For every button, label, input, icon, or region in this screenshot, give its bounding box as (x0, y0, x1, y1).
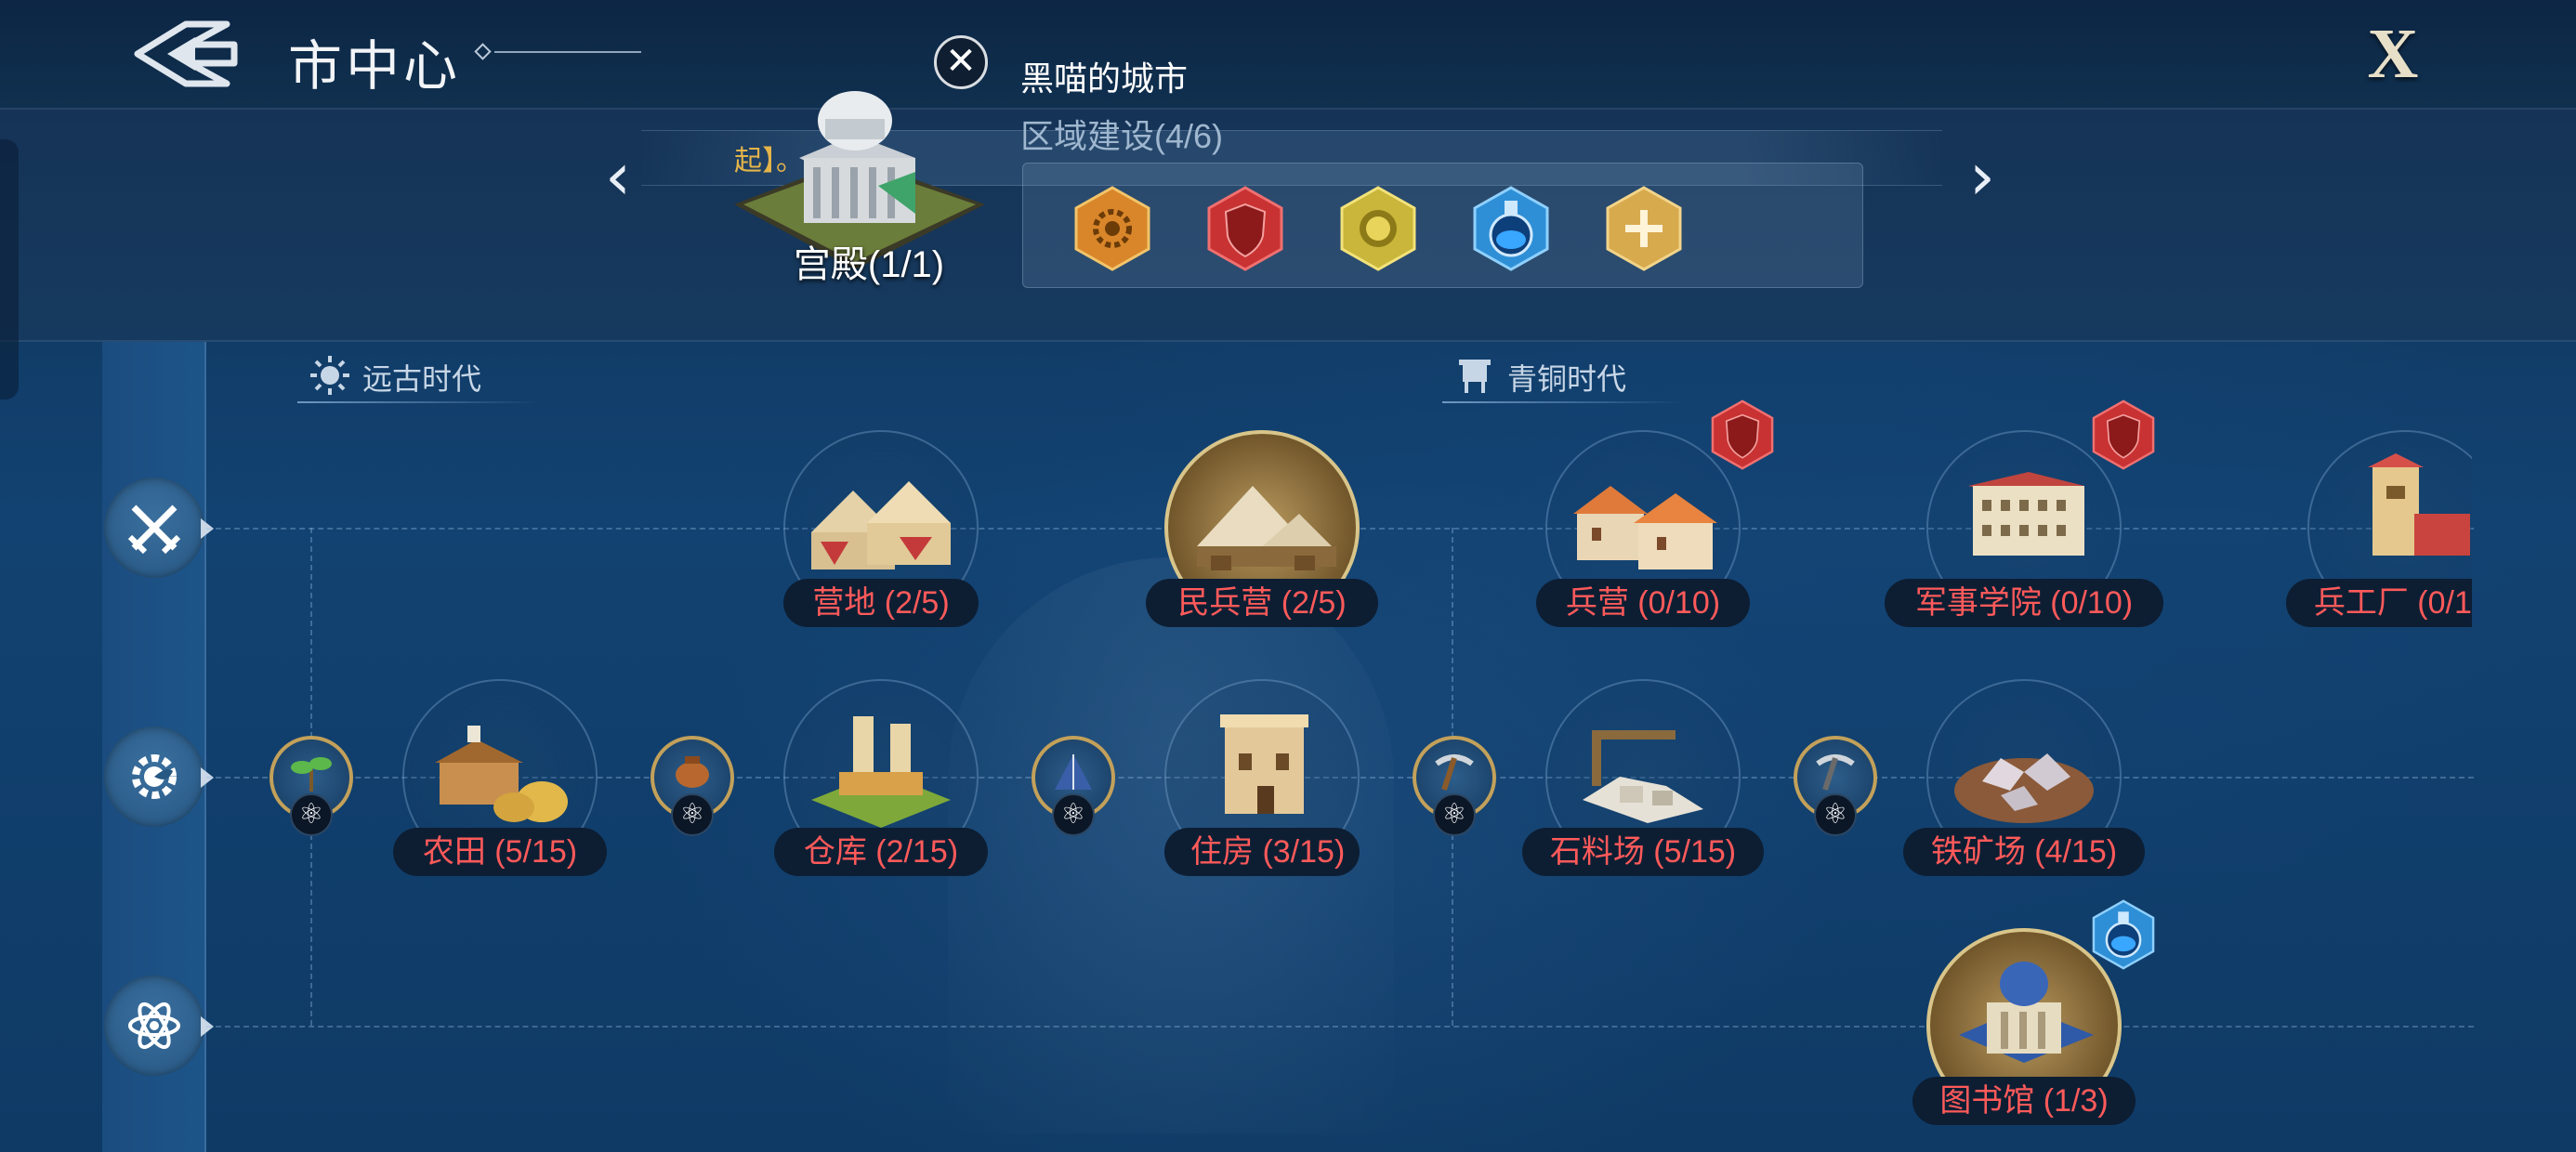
building-arsenal-label: 兵工厂 (0/10) (2286, 579, 2472, 627)
era-bronze-label: 青铜时代 (1507, 362, 1627, 396)
arsenal-clip-area: 兵工厂 (0/10) (2286, 409, 2472, 650)
tech-masonry[interactable]: ⚛ (1032, 736, 1115, 836)
era-bronze-underline (1442, 401, 1684, 403)
warehouse-icon (811, 716, 951, 828)
district-construction-label: 区域建设(4/6) (1020, 117, 1224, 155)
quarry-icon (1583, 730, 1703, 823)
science-row-line (206, 1026, 2474, 1028)
library-icon (1959, 962, 2094, 1063)
bronze-vessel-icon (1459, 360, 1491, 393)
row-military-button[interactable] (102, 478, 214, 582)
pickaxe-icon (1816, 754, 1855, 791)
palace-close-button[interactable]: ✕ (934, 35, 988, 89)
military-academy-icon (1968, 472, 2084, 556)
building-militia-label: 民兵营 (2/5) (1146, 579, 1378, 627)
academy-military-badge (2089, 398, 2158, 472)
district-slot-gear[interactable] (1071, 184, 1154, 273)
era-ancient-label: 远古时代 (362, 362, 482, 396)
city-name: 黑喵的城市 (1020, 59, 1189, 98)
tech-atom-badge: ⚛ (1814, 793, 1857, 836)
tech-atom-badge: ⚛ (1052, 793, 1095, 836)
building-housing-label: 住房 (3/15) (1164, 828, 1360, 876)
coin-icon (1340, 186, 1416, 271)
library-science-badge (2089, 897, 2158, 972)
tech-pottery[interactable]: ⚛ (651, 736, 734, 836)
page-title: 市中心 (288, 36, 462, 97)
building-camp-label: 营地 (2/5) (783, 579, 979, 627)
gear-leaf-icon (132, 754, 177, 799)
plus-icon (1606, 186, 1682, 271)
building-farm-label: 农田 (5/15) (393, 828, 607, 876)
barracks-icon (1573, 486, 1717, 569)
shield-icon (2092, 399, 2155, 470)
flask-icon (2092, 899, 2155, 970)
crossed-swords-icon (127, 504, 181, 555)
tent-camp-icon (811, 481, 951, 569)
tech-atom-badge: ⚛ (1433, 793, 1476, 836)
tech-agriculture[interactable]: ⚛ (269, 736, 353, 836)
atom-icon (128, 1001, 180, 1050)
barracks-military-badge (1708, 398, 1777, 472)
building-academy-label: 军事学院 (0/10) (1885, 579, 2163, 627)
district-slot-commerce[interactable] (1336, 184, 1420, 273)
side-drawer-tab[interactable] (0, 139, 19, 399)
era-ancient-underline (297, 401, 539, 403)
building-barracks-label: 兵营 (0/10) (1536, 579, 1750, 627)
building-quarry-label: 石料场 (5/15) (1522, 828, 1764, 876)
pottery-icon (676, 756, 709, 788)
sun-icon (310, 356, 349, 395)
tech-atom-badge: ⚛ (290, 793, 333, 836)
next-arrow-button[interactable]: › (1959, 144, 2005, 209)
tech-atom-badge: ⚛ (671, 793, 714, 836)
back-arrow-icon (134, 20, 238, 87)
tech-bronze-working[interactable]: ⚛ (1794, 736, 1877, 836)
tech-mining[interactable]: ⚛ (1413, 736, 1496, 836)
back-button[interactable] (130, 17, 242, 91)
flask-icon (1473, 186, 1549, 271)
iron-mine-icon (1954, 753, 2094, 823)
prev-arrow-button[interactable]: ‹ (595, 144, 641, 209)
row-science-button[interactable] (102, 975, 214, 1080)
shield-icon (1711, 399, 1774, 470)
row-economy-button[interactable] (102, 727, 214, 831)
sapling-icon (291, 757, 332, 792)
farm-icon (435, 726, 568, 822)
close-button[interactable]: X (2342, 17, 2444, 91)
palace-label: 宫殿(1/1) (793, 244, 945, 285)
house-icon (1220, 714, 1308, 814)
tent-icon (1055, 754, 1092, 790)
arsenal-icon (2368, 453, 2470, 556)
building-library-label: 图书馆 (1/3) (1912, 1077, 2136, 1125)
building-ironmine-label: 铁矿场 (4/15) (1903, 828, 2145, 876)
pickaxe-icon (1435, 754, 1474, 791)
gear-icon (1074, 186, 1150, 271)
district-slot-science[interactable] (1469, 184, 1553, 273)
title-divider (474, 43, 641, 60)
district-slot-add[interactable] (1602, 184, 1686, 273)
building-warehouse-label: 仓库 (2/15) (774, 828, 988, 876)
militia-tent-icon (1197, 486, 1336, 570)
district-slot-military[interactable] (1203, 184, 1287, 273)
shield-icon (1207, 186, 1283, 271)
